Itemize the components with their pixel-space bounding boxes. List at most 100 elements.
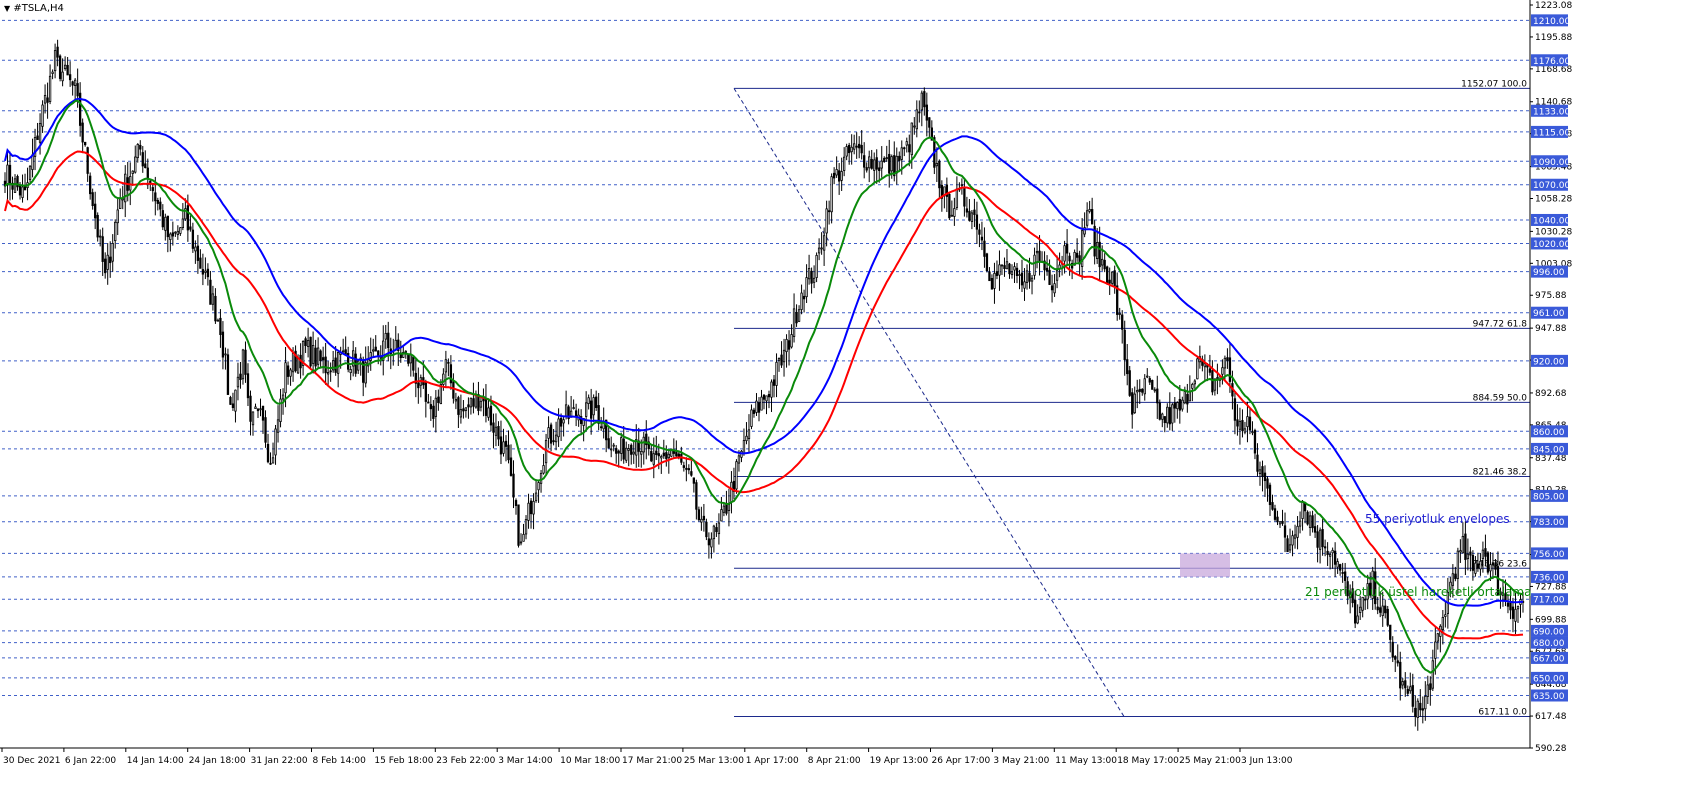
candle-body [1106, 266, 1109, 284]
level-price-tag-label: 1176.00 [1533, 57, 1570, 67]
candle-body [537, 482, 540, 491]
candle-body [777, 358, 781, 361]
candle-body [6, 164, 9, 186]
candle-body [84, 141, 87, 146]
level-price-tag-label: 1133.00 [1533, 107, 1570, 117]
price-chart[interactable]: 1152.07 100.0 947.72 61.8 884.59 50.0 821.4… [0, 0, 1690, 798]
candle-body [409, 354, 412, 364]
candle-body [970, 212, 974, 222]
candle-body [68, 74, 72, 81]
candle-body [38, 123, 42, 143]
candle-body [73, 79, 77, 86]
candle-body [8, 164, 12, 185]
candle-body [1431, 660, 1434, 689]
level-price-tag-label: 783.00 [1533, 518, 1565, 528]
candle-body [1391, 641, 1394, 658]
candle-body [1288, 544, 1292, 551]
candle-body [1276, 516, 1279, 523]
level-price-tag-label: 680.00 [1533, 639, 1565, 649]
candle-body [795, 312, 798, 324]
level-price-tag-label: 996.00 [1533, 268, 1565, 278]
candle-body [1090, 209, 1094, 225]
price-tick-label: 1058.28 [1535, 194, 1572, 204]
candle-body [858, 143, 861, 149]
candle-body [1459, 550, 1462, 553]
candle-body [1131, 392, 1134, 415]
candle-body [214, 295, 217, 322]
time-tick-label: 10 Mar 18:00 [560, 756, 620, 766]
candle-body [1318, 529, 1322, 550]
candle-body [1306, 511, 1309, 525]
candle-body [1308, 515, 1312, 528]
candle-body [650, 451, 653, 462]
candle-body [797, 309, 801, 322]
candle-body [1258, 469, 1262, 474]
candle-body [1096, 242, 1099, 259]
candle-body [141, 152, 144, 167]
candle-body [1228, 357, 1232, 382]
candle-body [697, 509, 701, 521]
level-price-tag-label: 961.00 [1533, 309, 1565, 319]
candle-body [660, 456, 663, 459]
candle-body [394, 339, 397, 350]
candle-body [246, 373, 250, 399]
candle-body [209, 279, 212, 305]
candle-body [707, 538, 711, 546]
candle-body [517, 504, 520, 546]
candle-body [998, 264, 1001, 276]
candle-body [1404, 680, 1407, 689]
candle-body [1141, 388, 1144, 393]
candle-body [1394, 656, 1397, 660]
level-price-tag-label: 860.00 [1533, 428, 1565, 438]
candle-body [1010, 271, 1014, 276]
candle-body [1171, 404, 1174, 424]
candle-body [99, 235, 102, 238]
candle-body [1156, 388, 1159, 404]
candle-body [1416, 700, 1419, 718]
candle-body [790, 334, 793, 348]
candle-body [58, 55, 62, 79]
candle-body [557, 418, 560, 438]
candle-body [737, 455, 741, 464]
candle-body [988, 271, 991, 282]
candle-body [549, 424, 553, 444]
candle-body [342, 350, 345, 353]
candle-body [948, 193, 951, 219]
candle-body [234, 389, 237, 412]
candle-body [863, 155, 866, 168]
candle-body [1506, 602, 1510, 607]
candle-body [853, 143, 856, 150]
price-tick-label: 617.48 [1535, 712, 1567, 722]
time-tick-label: 18 May 17:00 [1117, 756, 1179, 766]
candle-body [1243, 428, 1247, 433]
menu-triangle-icon[interactable]: ▼ [4, 4, 10, 13]
candle-body [1111, 271, 1114, 284]
candle-body [499, 436, 503, 455]
candle-body [752, 409, 756, 414]
candle-body [792, 308, 796, 337]
candle-body [848, 144, 851, 154]
candle-body [827, 210, 831, 213]
candle-body [843, 156, 846, 171]
candle-body [1456, 550, 1460, 579]
candle-body [607, 438, 610, 449]
candle-body [1291, 535, 1294, 546]
candle-body [119, 198, 122, 209]
candle-body [785, 338, 788, 353]
candle-body [1268, 484, 1272, 506]
candle-body [61, 71, 64, 82]
candle-body [472, 398, 475, 407]
candle-body [94, 203, 97, 219]
candle-body [1491, 562, 1495, 566]
candle-body [1241, 420, 1244, 432]
candle-body [131, 170, 134, 174]
candle-body [1469, 551, 1472, 556]
candle-body [1050, 285, 1054, 291]
candle-body [620, 437, 623, 454]
candle-body [407, 353, 410, 364]
candle-body [229, 397, 232, 405]
candle-body [524, 519, 528, 535]
candle-body [888, 153, 891, 174]
candle-body [1384, 605, 1387, 614]
candle-body [1186, 394, 1189, 405]
